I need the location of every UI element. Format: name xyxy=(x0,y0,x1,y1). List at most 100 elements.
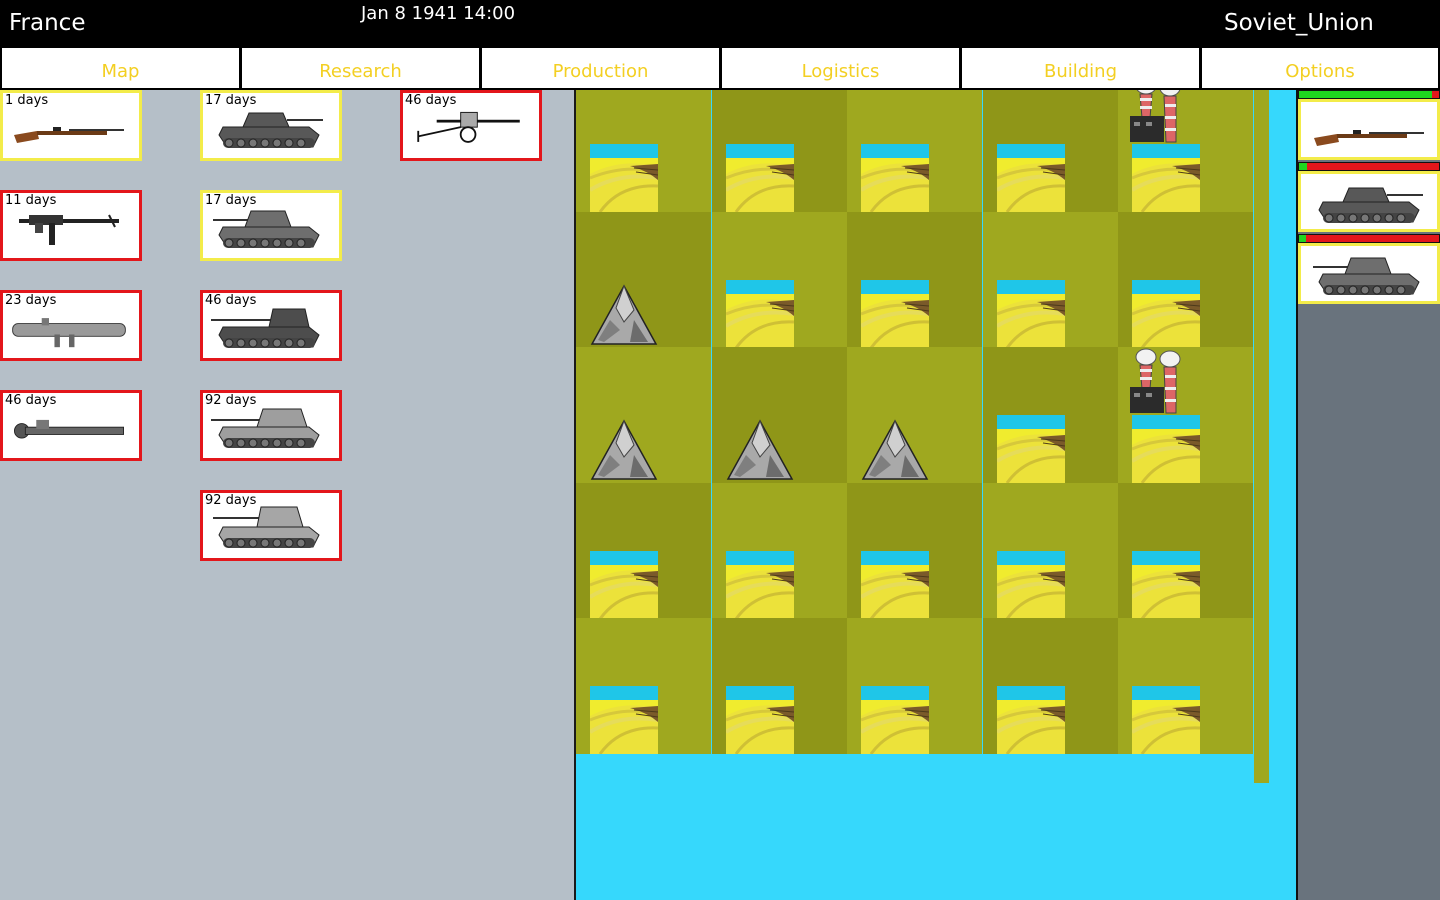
farmland-icon[interactable] xyxy=(724,279,794,349)
factory-icon[interactable] xyxy=(1126,90,1194,144)
farmland-icon[interactable] xyxy=(859,279,930,349)
tab-building[interactable]: Building xyxy=(960,46,1201,90)
map-cell[interactable] xyxy=(982,618,1118,755)
mountain-icon[interactable] xyxy=(590,280,658,348)
research-card[interactable]: 17 days xyxy=(200,90,342,161)
tab-production[interactable]: Production xyxy=(480,46,721,90)
research-days-label: 92 days xyxy=(205,493,257,508)
farmland-icon[interactable] xyxy=(859,686,930,755)
medium-tank-icon xyxy=(1309,252,1429,304)
map-cell[interactable] xyxy=(576,211,711,348)
opponent-country: Soviet_Union xyxy=(1224,10,1374,36)
research-card[interactable]: 1 days xyxy=(0,90,142,161)
tab-map[interactable]: Map xyxy=(0,46,241,90)
map-cell[interactable] xyxy=(982,482,1118,620)
farmland-icon[interactable] xyxy=(1130,415,1201,484)
farmland-icon[interactable] xyxy=(859,144,930,213)
production-progress-fill xyxy=(1299,91,1432,98)
research-days-label: 17 days xyxy=(205,93,257,108)
map-cell[interactable] xyxy=(1118,347,1253,484)
top-bar: France Jan 8 1941 14:00 Soviet_Union xyxy=(0,0,1440,46)
map-cell[interactable] xyxy=(1118,482,1253,620)
map-cell[interactable] xyxy=(711,90,847,213)
research-panel: 1 days 11 days 23 days 46 days 17 days 1… xyxy=(0,90,576,900)
farmland-icon[interactable] xyxy=(724,550,794,620)
farmland-icon[interactable] xyxy=(995,144,1065,213)
map-cell[interactable] xyxy=(847,347,982,483)
map-cell[interactable] xyxy=(576,482,711,620)
water-strip xyxy=(1269,90,1296,900)
research-days-label: 46 days xyxy=(5,393,57,408)
farmland-icon[interactable] xyxy=(1130,550,1201,620)
map-cell[interactable] xyxy=(982,90,1118,213)
tab-research[interactable]: Research xyxy=(240,46,481,90)
map-cell[interactable] xyxy=(576,347,711,483)
mountain-icon[interactable] xyxy=(590,415,658,483)
water-area xyxy=(576,783,1296,900)
map-cell[interactable] xyxy=(982,211,1118,349)
map-cell[interactable] xyxy=(711,618,847,755)
production-progress-bar xyxy=(1298,234,1440,243)
research-card[interactable]: 11 days xyxy=(0,190,142,261)
farmland-icon[interactable] xyxy=(588,550,659,620)
research-days-label: 46 days xyxy=(205,293,257,308)
map-cell[interactable] xyxy=(576,90,711,213)
research-card[interactable]: 17 days xyxy=(200,190,342,261)
farmland-icon[interactable] xyxy=(1130,686,1201,755)
map-cell[interactable] xyxy=(1118,211,1253,349)
production-progress-bar xyxy=(1298,162,1440,171)
production-queue-item[interactable] xyxy=(1298,243,1440,304)
farmland-icon[interactable] xyxy=(995,686,1065,755)
game-datetime: Jan 8 1941 14:00 xyxy=(361,3,516,24)
farmland-icon[interactable] xyxy=(724,144,794,213)
production-queue xyxy=(1296,90,1440,900)
farmland-icon[interactable] xyxy=(995,279,1065,349)
research-card[interactable]: 46 days xyxy=(200,290,342,361)
production-progress-fill xyxy=(1299,163,1307,170)
farmland-icon[interactable] xyxy=(995,550,1065,620)
farmland-icon[interactable] xyxy=(588,686,659,755)
map-cell[interactable] xyxy=(711,482,847,620)
farmland-icon[interactable] xyxy=(588,144,659,213)
rifle-icon xyxy=(1309,108,1429,160)
map-cell[interactable] xyxy=(847,618,982,755)
research-card[interactable]: 23 days xyxy=(0,290,142,361)
production-queue-item[interactable] xyxy=(1298,99,1440,160)
research-days-label: 46 days xyxy=(405,93,457,108)
research-card[interactable]: 46 days xyxy=(0,390,142,461)
map-cell[interactable] xyxy=(847,482,982,620)
mountain-icon[interactable] xyxy=(726,415,794,483)
production-progress-fill xyxy=(1299,235,1306,242)
tab-options[interactable]: Options xyxy=(1200,46,1440,90)
tab-logistics[interactable]: Logistics xyxy=(720,46,961,90)
map-cell[interactable] xyxy=(711,211,847,349)
factory-icon[interactable] xyxy=(1126,347,1194,415)
farmland-icon[interactable] xyxy=(1130,279,1201,349)
map-cell[interactable] xyxy=(576,618,711,755)
farmland-icon[interactable] xyxy=(859,550,930,620)
map-cell[interactable] xyxy=(711,347,847,483)
map-cell[interactable] xyxy=(847,211,982,349)
production-queue-item[interactable] xyxy=(1298,171,1440,232)
research-days-label: 17 days xyxy=(205,193,257,208)
farmland-icon[interactable] xyxy=(724,686,794,755)
research-card[interactable]: 92 days xyxy=(200,490,342,561)
research-card[interactable]: 46 days xyxy=(400,90,542,161)
production-progress-bar xyxy=(1298,90,1440,99)
research-days-label: 11 days xyxy=(5,193,57,208)
research-card[interactable]: 92 days xyxy=(200,390,342,461)
light-tank-icon xyxy=(1309,180,1429,232)
map-cell[interactable] xyxy=(847,90,982,213)
player-country: France xyxy=(9,10,86,36)
research-days-label: 23 days xyxy=(5,293,57,308)
main-tabs: Map Research Production Logistics Buildi… xyxy=(0,46,1440,90)
farmland-icon[interactable] xyxy=(1130,144,1201,213)
map-view[interactable] xyxy=(576,90,1296,900)
mountain-icon[interactable] xyxy=(861,415,929,483)
map-cell[interactable] xyxy=(982,347,1118,484)
map-cell[interactable] xyxy=(1118,90,1253,213)
farmland-icon[interactable] xyxy=(995,415,1065,484)
research-days-label: 92 days xyxy=(205,393,257,408)
research-days-label: 1 days xyxy=(5,93,49,108)
map-cell[interactable] xyxy=(1118,618,1253,755)
